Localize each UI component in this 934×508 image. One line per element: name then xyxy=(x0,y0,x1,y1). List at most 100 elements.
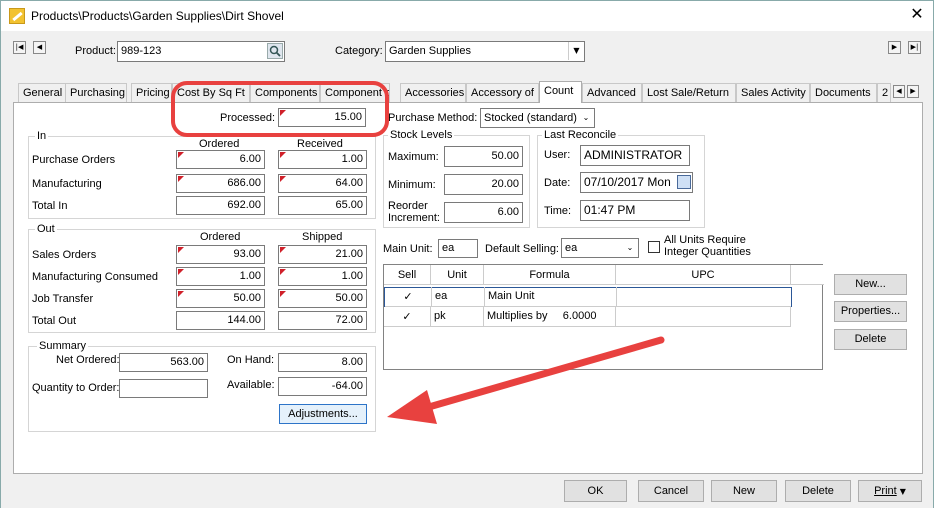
time-field: 01:47 PM xyxy=(580,200,690,221)
integer-label-line1: All Units Require xyxy=(664,234,746,246)
window-title: Products\Products\Garden Supplies\Dirt S… xyxy=(31,9,284,23)
tab-accessory-of[interactable]: Accessory of xyxy=(466,83,539,102)
checkmark-icon[interactable]: ✓ xyxy=(384,307,431,327)
grid-cell-formula[interactable]: Main Unit xyxy=(485,287,617,307)
category-label: Category: xyxy=(335,45,383,57)
first-record-icon[interactable]: |◀ xyxy=(13,41,26,54)
integer-label-line2: Integer Quantities xyxy=(664,246,751,258)
calendar-icon[interactable] xyxy=(677,175,691,189)
tab-accessories[interactable]: Accessories xyxy=(400,83,466,102)
job-transfer-ordered[interactable]: 50.00 xyxy=(176,289,265,308)
main-unit-label: Main Unit: xyxy=(383,243,433,255)
tab-documents[interactable]: Documents xyxy=(810,83,877,102)
tab-general[interactable]: General xyxy=(18,83,66,102)
print-button[interactable]: Print ▼ xyxy=(858,480,922,502)
minimum-label: Minimum: xyxy=(388,179,436,191)
purchase-method-select[interactable]: Stocked (standard) ⌄ xyxy=(480,108,595,128)
time-label: Time: xyxy=(544,205,572,217)
grid-cell-unit[interactable]: pk xyxy=(431,307,484,327)
purchase-orders-ordered[interactable]: 6.00 xyxy=(176,150,265,169)
out-group-caption: Out xyxy=(35,223,57,235)
grid-header-upc[interactable]: UPC xyxy=(616,265,791,285)
available-field: -64.00 xyxy=(278,377,367,396)
table-row[interactable]: ✓ pk Multiplies by 6.0000 xyxy=(384,307,792,327)
product-search-icon[interactable] xyxy=(267,43,283,59)
user-label: User: xyxy=(544,149,571,161)
tab-pricing[interactable]: Pricing xyxy=(131,83,172,102)
prev-record-icon[interactable]: ◀ xyxy=(33,41,46,54)
main-unit-field[interactable]: ea xyxy=(438,239,478,258)
product-input[interactable]: 989-123 xyxy=(117,41,285,62)
total-out-ordered: 144.00 xyxy=(176,311,265,330)
minimum-field[interactable]: 20.00 xyxy=(444,174,523,195)
purchase-orders-received[interactable]: 1.00 xyxy=(278,150,367,169)
unit-delete-button[interactable]: Delete xyxy=(834,329,907,350)
total-in-ordered: 692.00 xyxy=(176,196,265,215)
reorder-increment-field[interactable]: 6.00 xyxy=(444,202,523,223)
manufacturing-ordered[interactable]: 686.00 xyxy=(176,174,265,193)
tab-2[interactable]: 2 xyxy=(877,83,891,102)
purchase-method-label: Purchase Method: xyxy=(388,112,478,124)
tab-lost-sale-return[interactable]: Lost Sale/Return xyxy=(642,83,736,102)
maximum-label: Maximum: xyxy=(388,151,439,163)
unit-new-button[interactable]: New... xyxy=(834,274,907,295)
delete-button[interactable]: Delete xyxy=(785,480,851,502)
grid-cell-upc[interactable] xyxy=(617,287,791,307)
cancel-button[interactable]: Cancel xyxy=(638,480,704,502)
sales-orders-shipped[interactable]: 21.00 xyxy=(278,245,367,264)
integer-quantities-checkbox[interactable] xyxy=(648,241,660,253)
sales-orders-ordered[interactable]: 93.00 xyxy=(176,245,265,264)
grid-cell-unit[interactable]: ea xyxy=(432,287,485,307)
title-bar: Products\Products\Garden Supplies\Dirt S… xyxy=(1,1,933,31)
ok-button[interactable]: OK xyxy=(564,480,627,502)
in-ordered-header: Ordered xyxy=(199,138,240,150)
table-row[interactable]: ✓ ea Main Unit xyxy=(384,287,792,307)
in-received-header: Received xyxy=(297,138,343,150)
grid-cell-upc[interactable] xyxy=(616,307,791,327)
job-transfer-shipped[interactable]: 50.00 xyxy=(278,289,367,308)
tab-sales-activity[interactable]: Sales Activity xyxy=(736,83,810,102)
app-icon xyxy=(9,8,25,24)
increment-label: Increment: xyxy=(388,212,440,224)
total-out-label: Total Out xyxy=(32,315,77,327)
in-group-caption: In xyxy=(35,130,49,142)
unit-properties-button[interactable]: Properties... xyxy=(834,301,907,322)
grid-cell-formula[interactable]: Multiplies by 6.0000 xyxy=(484,307,616,327)
last-record-icon[interactable]: ▶| xyxy=(908,41,921,54)
chevron-down-icon: ⌄ xyxy=(582,113,590,122)
quantity-to-order-field[interactable] xyxy=(119,379,208,398)
date-label: Date: xyxy=(544,177,571,189)
tab-purchasing[interactable]: Purchasing xyxy=(65,83,127,102)
summary-caption: Summary xyxy=(37,340,89,352)
grid-header-sell[interactable]: Sell xyxy=(384,265,431,285)
date-field[interactable]: 07/10/2017 Mon xyxy=(580,172,693,193)
tab-advanced[interactable]: Advanced xyxy=(582,83,642,102)
user-field: ADMINISTRATOR xyxy=(580,145,690,166)
grid-header-unit[interactable]: Unit xyxy=(431,265,484,285)
product-label: Product: xyxy=(75,45,116,57)
default-selling-select[interactable]: ea ⌄ xyxy=(561,238,639,258)
tab-scroll-right-icon[interactable]: ▶ xyxy=(907,85,919,98)
manufacturing-received[interactable]: 64.00 xyxy=(278,174,367,193)
checkmark-icon[interactable]: ✓ xyxy=(385,287,432,307)
maximum-field[interactable]: 50.00 xyxy=(444,146,523,167)
close-icon[interactable]: ✕ xyxy=(907,5,927,25)
last-reconcile-caption: Last Reconcile xyxy=(542,129,619,141)
total-in-received: 65.00 xyxy=(278,196,367,215)
on-hand-label: On Hand: xyxy=(227,354,275,366)
tab-scroll-left-icon[interactable]: ◀ xyxy=(893,85,905,98)
total-out-shipped: 72.00 xyxy=(278,311,367,330)
next-record-icon[interactable]: ▶ xyxy=(888,41,901,54)
out-ordered-header: Ordered xyxy=(200,231,241,243)
tab-count[interactable]: Count xyxy=(539,81,582,103)
adjustments-button[interactable]: Adjustments... xyxy=(279,404,367,424)
manufacturing-consumed-shipped[interactable]: 1.00 xyxy=(278,267,367,286)
manufacturing-label: Manufacturing xyxy=(32,178,102,190)
grid-header-formula[interactable]: Formula xyxy=(484,265,616,285)
print-button-label: Print xyxy=(874,485,897,497)
dropdown-arrow-icon: ▼ xyxy=(899,487,906,496)
new-button[interactable]: New xyxy=(711,480,777,502)
category-select[interactable]: Garden Supplies ▼ xyxy=(385,41,585,62)
manufacturing-consumed-ordered[interactable]: 1.00 xyxy=(176,267,265,286)
available-label: Available: xyxy=(227,379,275,391)
